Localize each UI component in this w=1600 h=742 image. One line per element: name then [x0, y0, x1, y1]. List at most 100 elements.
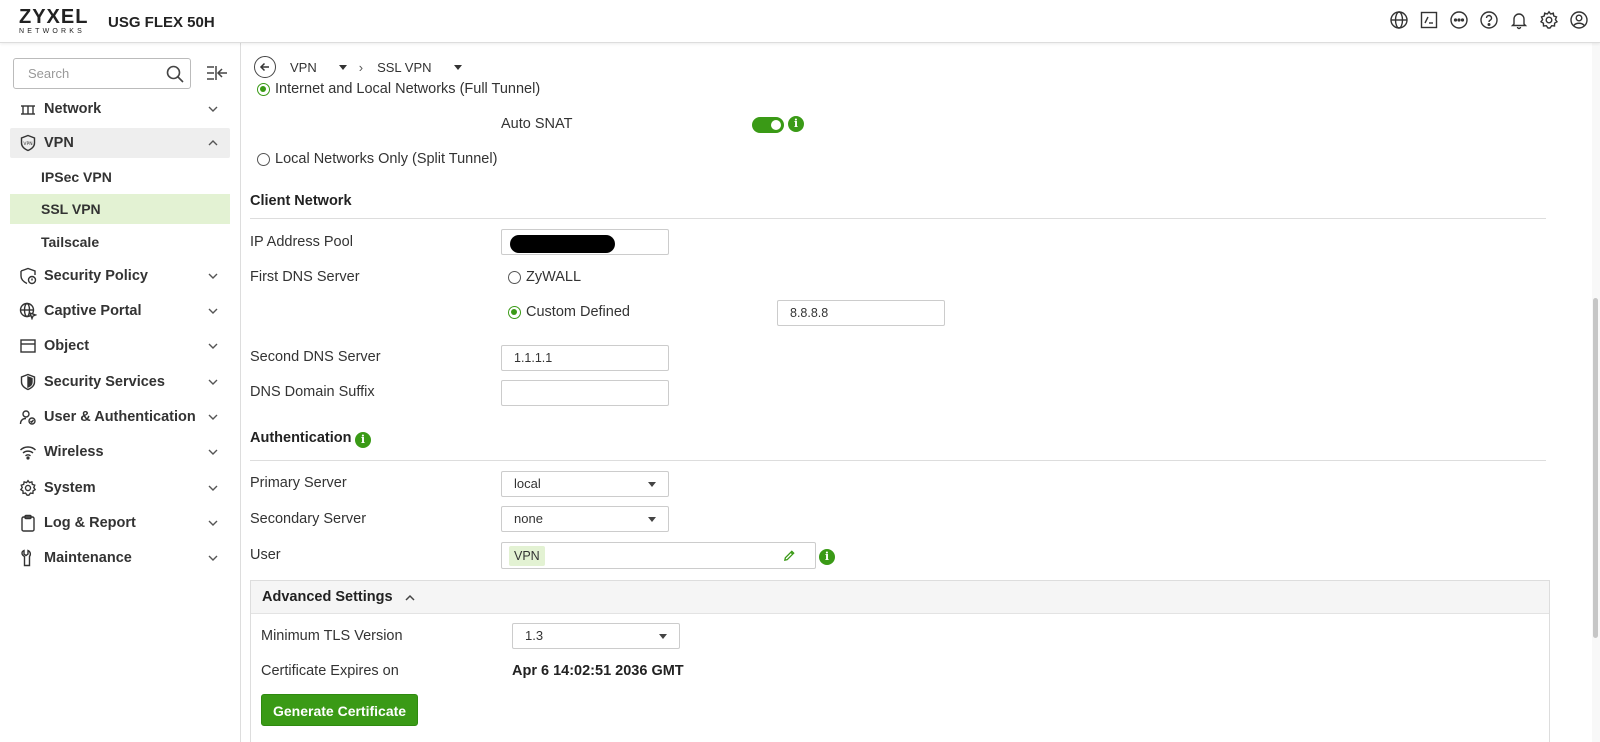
chevron-down-icon: [208, 273, 218, 279]
second-dns-label: Second DNS Server: [250, 349, 381, 365]
min-tls-select[interactable]: 1.3: [512, 623, 680, 649]
sidebar-item-label: Network: [44, 101, 102, 117]
advanced-settings-header[interactable]: Advanced Settings: [251, 581, 1549, 614]
full-tunnel-radio[interactable]: [257, 83, 270, 96]
custom-dns-input[interactable]: 8.8.8.8: [777, 300, 945, 326]
divider: [250, 218, 1546, 219]
advanced-settings-panel: Advanced Settings Minimum TLS Version 1.…: [250, 580, 1550, 742]
chevron-down-icon: [208, 414, 218, 420]
chevron-down-icon: [208, 308, 218, 314]
chevron-down-icon: [208, 520, 218, 526]
sidebar-item-system[interactable]: System: [10, 473, 230, 503]
sidebar-item-label: Security Services: [44, 374, 165, 390]
primary-server-label: Primary Server: [250, 475, 347, 491]
domain-suffix-label: DNS Domain Suffix: [250, 384, 375, 400]
chevron-down-icon: [208, 449, 218, 455]
object-icon: [18, 336, 38, 356]
sidebar-item-label: VPN: [44, 135, 74, 151]
sidebar-subitem-tailscale[interactable]: Tailscale: [10, 227, 230, 257]
gear-icon[interactable]: [1538, 9, 1560, 31]
captive-portal-icon: [18, 301, 38, 321]
user-auth-icon: [18, 407, 38, 427]
sidebar-item-label: User & Authentication: [44, 409, 196, 425]
domain-suffix-input[interactable]: [501, 380, 669, 406]
dns-zywall-radio[interactable]: [508, 271, 521, 284]
authentication-title: Authentication: [250, 430, 352, 446]
sidebar-item-object[interactable]: Object: [10, 331, 230, 361]
dns-custom-label: Custom Defined: [526, 304, 630, 320]
edit-pencil-icon[interactable]: [783, 549, 796, 562]
full-tunnel-label: Internet and Local Networks (Full Tunnel…: [275, 81, 541, 97]
chevron-down-icon: [208, 379, 218, 385]
sidebar-item-captive-portal[interactable]: Captive Portal: [10, 296, 230, 326]
sidebar-subitem-ipsec-vpn[interactable]: IPSec VPN: [10, 162, 230, 192]
arrow-left-icon: [259, 62, 269, 72]
sidebar-item-security-services[interactable]: Security Services: [10, 367, 230, 397]
more-icon[interactable]: [1448, 9, 1470, 31]
second-dns-input[interactable]: 1.1.1.1: [501, 345, 669, 371]
breadcrumb-vpn[interactable]: VPN: [290, 60, 347, 75]
dns-zywall-label: ZyWALL: [526, 269, 582, 285]
zyxel-logo[interactable]: ZYXEL NETWORKS: [19, 6, 93, 36]
sidebar-item-maintenance[interactable]: Maintenance: [10, 543, 230, 573]
wifi-icon: [18, 442, 38, 462]
info-icon[interactable]: i: [819, 549, 835, 565]
scrollbar-thumb[interactable]: [1593, 298, 1598, 638]
terminal-icon[interactable]: [1418, 9, 1440, 31]
help-icon[interactable]: [1478, 9, 1500, 31]
collapse-sidebar-icon[interactable]: [205, 63, 229, 83]
user-icon[interactable]: [1568, 9, 1590, 31]
chevron-down-icon: [208, 555, 218, 561]
user-select-field[interactable]: [501, 542, 816, 569]
search-icon[interactable]: [165, 64, 185, 84]
cert-expires-value: Apr 6 14:02:51 2036 GMT: [512, 663, 684, 679]
dns-custom-radio[interactable]: [508, 306, 521, 319]
security-services-icon: [18, 372, 38, 392]
breadcrumb-ssl-vpn-label: SSL VPN: [377, 59, 432, 75]
auto-snat-toggle[interactable]: [752, 117, 784, 133]
svg-text:VPN: VPN: [23, 141, 32, 147]
split-tunnel-label: Local Networks Only (Split Tunnel): [275, 151, 498, 167]
generate-certificate-button[interactable]: Generate Certificate: [261, 694, 419, 726]
bell-icon[interactable]: [1508, 9, 1530, 31]
globe-icon[interactable]: [1388, 9, 1410, 31]
info-icon[interactable]: i: [788, 116, 804, 132]
sidebar-item-label: Security Policy: [44, 268, 148, 284]
sidebar-item-security-policy[interactable]: Security Policy: [10, 261, 230, 291]
sidebar-item-vpn[interactable]: VPN VPN: [10, 128, 230, 158]
sidebar-item-label: Wireless: [44, 444, 104, 460]
caret-down-icon: [453, 64, 462, 70]
sidebar-item-label: Object: [44, 338, 90, 354]
sidebar-item-user-authentication[interactable]: User & Authentication: [10, 402, 230, 432]
secondary-server-select[interactable]: none: [501, 506, 669, 532]
split-tunnel-radio[interactable]: [257, 153, 270, 166]
sidebar-subitem-ssl-vpn[interactable]: SSL VPN: [10, 194, 230, 224]
divider: [250, 460, 1546, 461]
breadcrumb: VPN › SSL VPN: [254, 53, 514, 79]
top-header: ZYXEL NETWORKS USG FLEX 50H: [0, 0, 1600, 43]
vertical-scrollbar[interactable]: [1592, 43, 1600, 742]
sidebar-item-network[interactable]: Network: [10, 94, 230, 124]
breadcrumb-vpn-label: VPN: [290, 59, 317, 75]
chevron-down-icon: [208, 485, 218, 491]
user-tag[interactable]: VPN: [509, 546, 545, 566]
chevron-down-icon: [208, 343, 218, 349]
device-model: USG FLEX 50H: [108, 14, 215, 31]
security-policy-icon: [18, 266, 38, 286]
wrench-icon: [18, 548, 38, 568]
logo-main-text: ZYXEL: [19, 6, 89, 28]
sidebar-item-label: Log & Report: [44, 515, 136, 531]
sidebar-item-wireless[interactable]: Wireless: [10, 437, 230, 467]
secondary-server-label: Secondary Server: [250, 511, 367, 527]
back-button[interactable]: [254, 56, 276, 78]
sidebar-item-log-report[interactable]: Log & Report: [10, 508, 230, 538]
logo-sub-text: NETWORKS: [19, 28, 86, 35]
primary-server-select[interactable]: local: [501, 471, 669, 497]
search-input[interactable]: [28, 59, 168, 88]
breadcrumb-ssl-vpn[interactable]: SSL VPN: [377, 59, 462, 75]
ip-pool-label: IP Address Pool: [250, 234, 353, 250]
network-icon: [18, 99, 38, 119]
first-dns-label: First DNS Server: [250, 269, 360, 285]
info-icon[interactable]: i: [355, 432, 371, 448]
cert-expires-label: Certificate Expires on: [261, 663, 399, 679]
